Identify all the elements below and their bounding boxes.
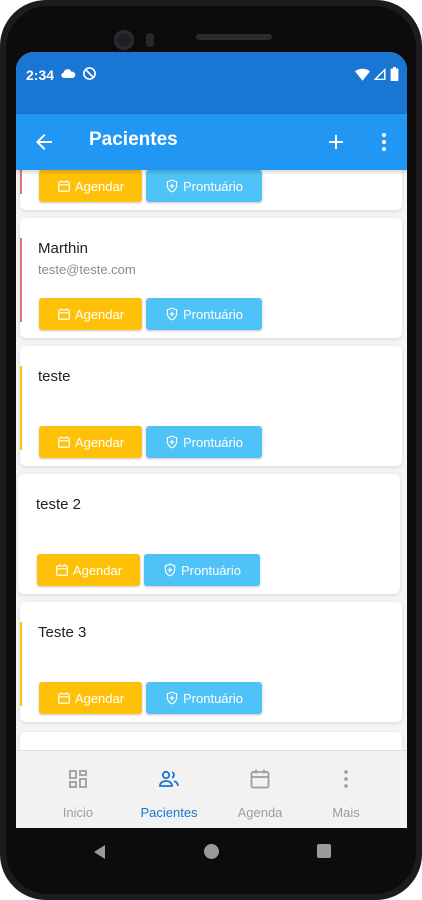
page-title: Pacientes bbox=[89, 129, 178, 150]
people-icon bbox=[159, 770, 179, 787]
nav-agenda[interactable]: Agenda bbox=[212, 751, 308, 828]
patient-card[interactable]: Teste 3 Agendar Prontuário bbox=[20, 602, 402, 722]
system-navigation-bar bbox=[16, 828, 407, 876]
status-notifications bbox=[60, 66, 97, 82]
prontuario-label: Prontuário bbox=[183, 434, 243, 450]
agendar-button[interactable]: Agendar bbox=[39, 426, 142, 458]
patient-email: teste@teste.com bbox=[38, 262, 136, 277]
add-patient-plus-icon[interactable] bbox=[324, 130, 348, 154]
shield-icon bbox=[166, 179, 178, 193]
nav-pacientes[interactable]: Pacientes bbox=[121, 751, 217, 828]
shield-icon bbox=[164, 563, 176, 577]
prontuario-button[interactable]: Prontuário bbox=[146, 170, 262, 202]
status-time: 2:34 bbox=[26, 67, 55, 83]
more-options-icon[interactable] bbox=[372, 130, 396, 154]
patient-card[interactable]: teste Agendar Prontuário bbox=[20, 346, 402, 466]
prontuario-button[interactable]: Prontuário bbox=[144, 554, 260, 586]
prontuario-label: Prontuário bbox=[183, 690, 243, 706]
prontuario-button[interactable]: Prontuário bbox=[146, 298, 262, 330]
calendar-icon bbox=[58, 308, 70, 320]
prontuario-label: Prontuário bbox=[183, 306, 243, 322]
patient-card bbox=[20, 732, 402, 750]
do-not-disturb-icon bbox=[83, 67, 96, 80]
agendar-button[interactable]: Agendar bbox=[37, 554, 140, 586]
prontuario-button[interactable]: Prontuário bbox=[146, 682, 262, 714]
patient-list[interactable]: Agendar Prontuário Marthin teste@teste.c… bbox=[16, 170, 407, 750]
card-accent-bar bbox=[20, 622, 22, 706]
agendar-button[interactable]: Agendar bbox=[39, 170, 142, 202]
nav-mais[interactable]: Mais bbox=[298, 751, 394, 828]
agendar-label: Agendar bbox=[74, 306, 125, 322]
agendar-button[interactable]: Agendar bbox=[39, 298, 142, 330]
calendar-icon bbox=[58, 436, 70, 448]
shield-icon bbox=[166, 691, 178, 705]
prontuario-label: Prontuário bbox=[181, 562, 241, 578]
dashboard-icon bbox=[69, 770, 87, 788]
bottom-navigation: Inicio Pacientes Agenda Mais bbox=[16, 750, 407, 828]
nav-pacientes-label: Pacientes bbox=[140, 805, 198, 820]
wifi-icon bbox=[355, 68, 370, 81]
card-accent-bar bbox=[20, 170, 22, 194]
patient-name: Marthin bbox=[38, 240, 89, 257]
patient-card[interactable]: Marthin teste@teste.com Agendar Prontuár… bbox=[20, 218, 402, 338]
patient-card[interactable]: teste 2 Agendar Prontuário bbox=[18, 474, 400, 594]
front-camera bbox=[114, 30, 134, 50]
calendar-icon bbox=[250, 769, 270, 789]
status-bar: 2:34 bbox=[16, 52, 407, 114]
shield-icon bbox=[166, 435, 178, 449]
calendar-icon bbox=[58, 180, 70, 192]
agendar-button[interactable]: Agendar bbox=[39, 682, 142, 714]
agendar-label: Agendar bbox=[74, 178, 125, 194]
proximity-sensor bbox=[146, 33, 154, 47]
nav-inicio[interactable]: Inicio bbox=[30, 751, 126, 828]
nav-mais-label: Mais bbox=[332, 805, 360, 820]
patient-name: teste 2 bbox=[36, 496, 82, 513]
card-accent-bar bbox=[20, 238, 22, 322]
nav-inicio-label: Inicio bbox=[62, 805, 94, 820]
status-system-icons bbox=[355, 67, 399, 81]
signal-icon bbox=[374, 67, 386, 80]
system-home-icon[interactable] bbox=[204, 844, 219, 859]
patient-name: Teste 3 bbox=[38, 624, 87, 641]
patient-card: Agendar Prontuário bbox=[20, 170, 402, 210]
system-recents-icon[interactable] bbox=[317, 844, 331, 858]
cloud-icon bbox=[61, 69, 76, 79]
agendar-label: Agendar bbox=[74, 690, 125, 706]
screen: 2:34 Pacientes Agendar Prontuário Marthi… bbox=[16, 52, 407, 828]
nav-agenda-label: Agenda bbox=[237, 805, 283, 820]
prontuario-label: Prontuário bbox=[183, 178, 243, 194]
back-arrow-icon[interactable] bbox=[32, 130, 56, 154]
battery-icon bbox=[390, 67, 399, 81]
shield-icon bbox=[166, 307, 178, 321]
card-accent-bar bbox=[20, 366, 22, 450]
agendar-label: Agendar bbox=[74, 434, 125, 450]
earpiece-speaker bbox=[196, 34, 272, 40]
calendar-icon bbox=[58, 692, 70, 704]
app-bar: Pacientes bbox=[16, 114, 407, 170]
more-vertical-icon bbox=[344, 770, 348, 788]
system-back-icon[interactable] bbox=[92, 844, 106, 860]
agendar-label: Agendar bbox=[72, 562, 123, 578]
prontuario-button[interactable]: Prontuário bbox=[146, 426, 262, 458]
calendar-icon bbox=[56, 564, 68, 576]
patient-name: teste bbox=[38, 368, 71, 385]
